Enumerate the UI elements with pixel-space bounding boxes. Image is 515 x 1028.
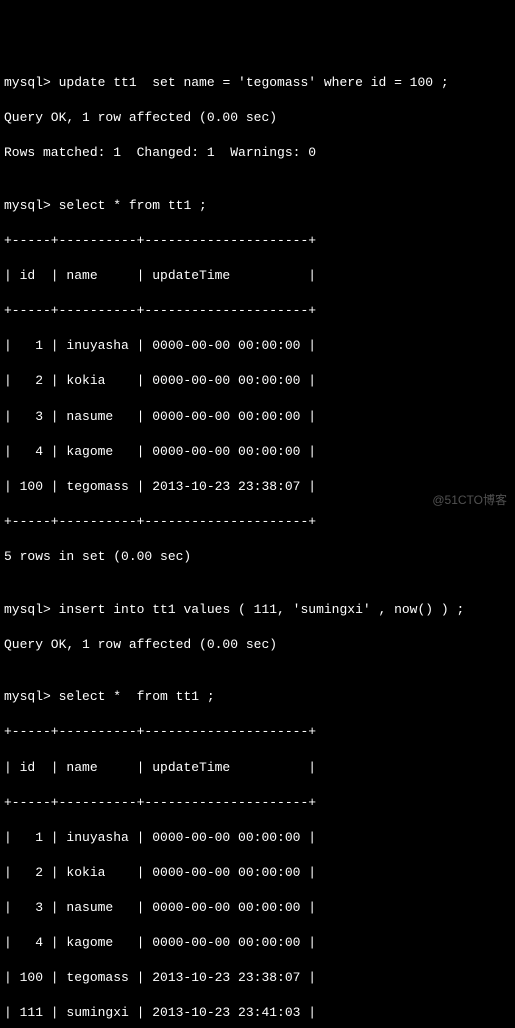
cmd-update: mysql> update tt1 set name = 'tegomass' … — [4, 74, 511, 92]
msg-query-ok-1: Query OK, 1 row affected (0.00 sec) — [4, 109, 511, 127]
tbl1-border-bot: +-----+----------+---------------------+ — [4, 513, 511, 531]
tbl1-header: | id | name | updateTime | — [4, 267, 511, 285]
cmd-insert: mysql> insert into tt1 values ( 111, 'su… — [4, 601, 511, 619]
tbl1-row: | 2 | kokia | 0000-00-00 00:00:00 | — [4, 372, 511, 390]
watermark: @51CTO博客 — [432, 492, 507, 508]
tbl2-row: | 4 | kagome | 0000-00-00 00:00:00 | — [4, 934, 511, 952]
msg-query-ok-2: Query OK, 1 row affected (0.00 sec) — [4, 636, 511, 654]
tbl1-border-top: +-----+----------+---------------------+ — [4, 232, 511, 250]
msg-rows-matched: Rows matched: 1 Changed: 1 Warnings: 0 — [4, 144, 511, 162]
tbl2-row: | 1 | inuyasha | 0000-00-00 00:00:00 | — [4, 829, 511, 847]
tbl2-header: | id | name | updateTime | — [4, 759, 511, 777]
tbl2-row: | 3 | nasume | 0000-00-00 00:00:00 | — [4, 899, 511, 917]
tbl1-row: | 1 | inuyasha | 0000-00-00 00:00:00 | — [4, 337, 511, 355]
tbl2-row: | 2 | kokia | 0000-00-00 00:00:00 | — [4, 864, 511, 882]
tbl2-row: | 111 | sumingxi | 2013-10-23 23:41:03 | — [4, 1004, 511, 1022]
tbl2-row: | 100 | tegomass | 2013-10-23 23:38:07 | — [4, 969, 511, 987]
tbl2-border-top: +-----+----------+---------------------+ — [4, 723, 511, 741]
cmd-select-1: mysql> select * from tt1 ; — [4, 197, 511, 215]
cmd-select-2: mysql> select * from tt1 ; — [4, 688, 511, 706]
tbl1-row: | 3 | nasume | 0000-00-00 00:00:00 | — [4, 408, 511, 426]
tbl1-border-mid: +-----+----------+---------------------+ — [4, 302, 511, 320]
tbl2-border-mid: +-----+----------+---------------------+ — [4, 794, 511, 812]
tbl1-row: | 4 | kagome | 0000-00-00 00:00:00 | — [4, 443, 511, 461]
msg-rows5: 5 rows in set (0.00 sec) — [4, 548, 511, 566]
